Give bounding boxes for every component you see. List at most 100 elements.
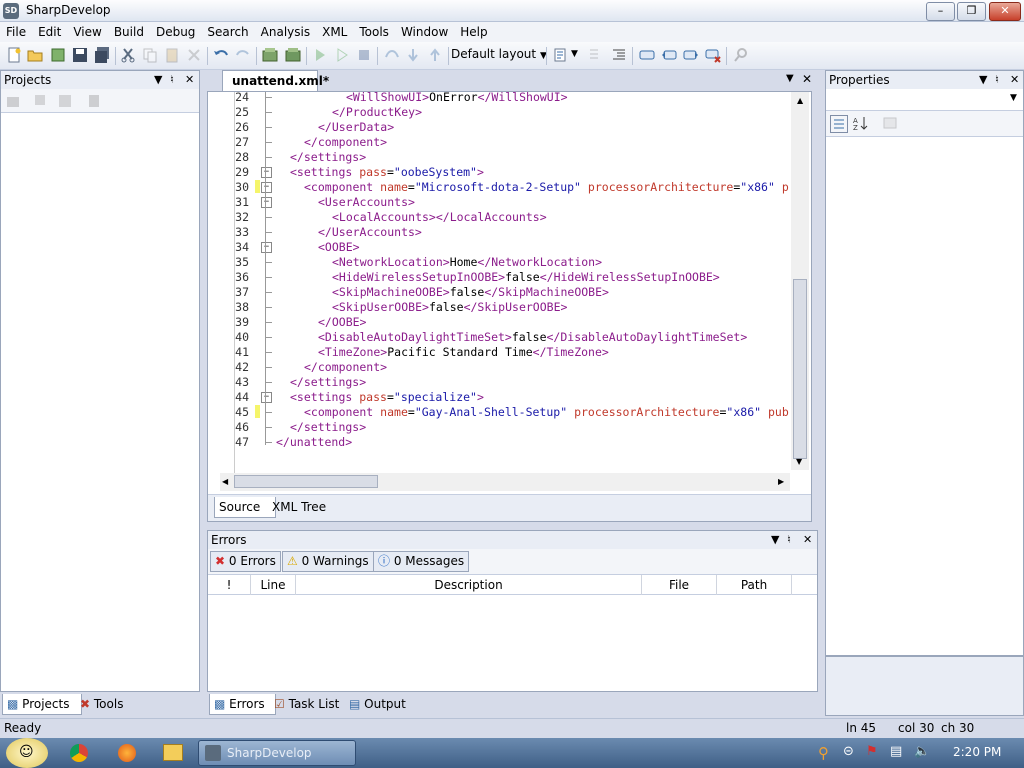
scroll-left-icon[interactable]: ◀: [222, 477, 228, 486]
minimize-button[interactable]: –: [926, 2, 955, 21]
pin-icon[interactable]: ♮: [170, 71, 174, 89]
code-line[interactable]: 44 − <settings pass="specialize">: [208, 390, 788, 405]
code-line[interactable]: 33 </UserAccounts>: [208, 225, 788, 240]
previous-bookmark-icon[interactable]: [661, 47, 677, 63]
sort-alphabetical-icon[interactable]: AZ: [852, 115, 868, 131]
layout-dropdown[interactable]: Default layout ▼: [451, 47, 547, 61]
code-line[interactable]: 41 <TimeZone>Pacific Standard Time</TimeZ…: [208, 345, 788, 360]
pin-icon[interactable]: ♮: [995, 71, 999, 89]
xml-editor[interactable]: 24 <WillShowUI>OnError</WillShowUI> 25 </Pr…: [207, 90, 812, 522]
start-button[interactable]: ☺: [6, 738, 48, 768]
code-line[interactable]: 46 </settings>: [208, 420, 788, 435]
minus-circle-icon[interactable]: ⊝: [843, 744, 854, 759]
search-icon[interactable]: ⚲: [818, 744, 829, 762]
pin-icon[interactable]: ♮: [787, 531, 791, 549]
menu-help[interactable]: Help: [454, 22, 493, 42]
code-line[interactable]: 27 </component>: [208, 135, 788, 150]
bookmark-icon[interactable]: [639, 47, 655, 63]
code-line[interactable]: 24 <WillShowUI>OnError</WillShowUI>: [208, 90, 788, 105]
rebuild-solution-icon[interactable]: [285, 47, 301, 63]
step-out-icon[interactable]: [427, 47, 443, 63]
properties-icon[interactable]: [86, 93, 102, 109]
tab-unattend-xml[interactable]: unattend.xml*: [222, 70, 329, 91]
panel-menu-icon[interactable]: ▼: [979, 71, 987, 89]
open-project-icon[interactable]: [50, 47, 66, 63]
solution-icon[interactable]: [5, 93, 21, 109]
code-line[interactable]: 26 </UserData>: [208, 120, 788, 135]
warnings-filter-button[interactable]: ⚠ 0 Warnings: [282, 551, 374, 572]
save-all-icon[interactable]: [94, 47, 110, 63]
errors-filter-button[interactable]: ✖ 0 Errors: [210, 551, 281, 572]
code-line[interactable]: 35 <NetworkLocation>Home</NetworkLocation…: [208, 255, 788, 270]
scroll-right-icon[interactable]: ▶: [778, 477, 784, 486]
column-path[interactable]: Path: [717, 575, 792, 595]
code-line[interactable]: 37 <SkipMachineOOBE>false</SkipMachineOOB…: [208, 285, 788, 300]
horizontal-scroll-thumb[interactable]: [234, 475, 378, 488]
column-line[interactable]: Line: [251, 575, 296, 595]
code-line[interactable]: 45 <component name="Gay-Anal-Shell-Setup"…: [208, 405, 789, 420]
categorized-icon[interactable]: [830, 115, 848, 133]
code-line[interactable]: 36 <HideWirelessSetupInOOBE>false</HideWi…: [208, 270, 788, 285]
tab-projects[interactable]: ▩ Projects: [2, 694, 82, 715]
scroll-down-icon[interactable]: ▼: [796, 457, 802, 466]
code-area[interactable]: 24 <WillShowUI>OnError</WillShowUI> 25 </Pr…: [208, 90, 811, 521]
messages-filter-button[interactable]: ⓘ 0 Messages: [373, 551, 470, 572]
code-line[interactable]: 40 <DisableAutoDaylightTimeSet>false</Dis…: [208, 330, 788, 345]
next-bookmark-icon[interactable]: [683, 47, 699, 63]
tab-source[interactable]: Source: [214, 497, 276, 518]
code-line[interactable]: 47 </unattend>: [208, 435, 788, 450]
redo-icon[interactable]: [235, 47, 251, 63]
chrome-icon[interactable]: [70, 744, 88, 762]
code-line[interactable]: 34 − <OOBE>: [208, 240, 788, 255]
save-icon[interactable]: [72, 47, 88, 63]
fold-toggle-icon[interactable]: −: [261, 167, 272, 178]
fold-toggle-icon[interactable]: −: [261, 242, 272, 253]
indent-icon[interactable]: [611, 47, 627, 63]
format-document-icon[interactable]: [553, 47, 569, 63]
volume-icon[interactable]: 🔈: [914, 744, 930, 759]
menu-tools[interactable]: Tools: [353, 22, 395, 42]
tab-errors[interactable]: ▩ Errors: [209, 694, 276, 715]
menu-build[interactable]: Build: [108, 22, 150, 42]
menu-analysis[interactable]: Analysis: [255, 22, 316, 42]
code-line[interactable]: 29 − <settings pass="oobeSystem">: [208, 165, 788, 180]
vertical-scrollbar[interactable]: ▲ ▼: [791, 92, 809, 470]
menu-debug[interactable]: Debug: [150, 22, 201, 42]
property-pages-icon[interactable]: [882, 115, 898, 131]
scroll-up-icon[interactable]: ▲: [797, 96, 803, 105]
clock[interactable]: 2:20 PM: [953, 745, 1001, 759]
code-line[interactable]: 43 </settings>: [208, 375, 788, 390]
tab-task-list[interactable]: ☑ Task List: [270, 694, 343, 714]
close-document-icon[interactable]: ✕: [802, 72, 812, 86]
column-description[interactable]: Description: [296, 575, 642, 595]
action-center-icon[interactable]: ⚑: [866, 744, 878, 759]
editor-menu-icon[interactable]: ▼: [786, 73, 794, 84]
clear-bookmarks-icon[interactable]: [705, 47, 721, 63]
panel-menu-icon[interactable]: ▼: [154, 71, 162, 89]
stop-icon[interactable]: [356, 47, 372, 63]
run-icon[interactable]: [312, 47, 328, 63]
fold-toggle-icon[interactable]: −: [261, 197, 272, 208]
column-file[interactable]: File: [642, 575, 717, 595]
code-line[interactable]: 30 − <component name="Microsoft-dota-2-Set…: [208, 180, 789, 195]
code-line[interactable]: 31 − <UserAccounts>: [208, 195, 788, 210]
fold-toggle-icon[interactable]: −: [261, 392, 272, 403]
delete-icon[interactable]: [186, 47, 202, 63]
menu-view[interactable]: View: [67, 22, 107, 42]
network-icon[interactable]: ▤: [890, 744, 902, 759]
menu-edit[interactable]: Edit: [32, 22, 67, 42]
run-without-debugger-icon[interactable]: [334, 47, 350, 63]
vertical-scroll-thumb[interactable]: [793, 279, 807, 459]
step-into-icon[interactable]: [405, 47, 421, 63]
cut-icon[interactable]: [120, 47, 136, 63]
paste-icon[interactable]: [164, 47, 180, 63]
menu-window[interactable]: Window: [395, 22, 454, 42]
fold-toggle-icon[interactable]: −: [261, 182, 272, 193]
maximize-button[interactable]: ❐: [957, 2, 986, 21]
find-icon[interactable]: [733, 47, 749, 63]
copy-icon[interactable]: [142, 47, 158, 63]
refresh-icon[interactable]: [57, 93, 73, 109]
code-line[interactable]: 25 </ProductKey>: [208, 105, 788, 120]
close-icon[interactable]: ✕: [803, 531, 812, 549]
tab-xml-tree[interactable]: XML Tree: [268, 497, 330, 517]
